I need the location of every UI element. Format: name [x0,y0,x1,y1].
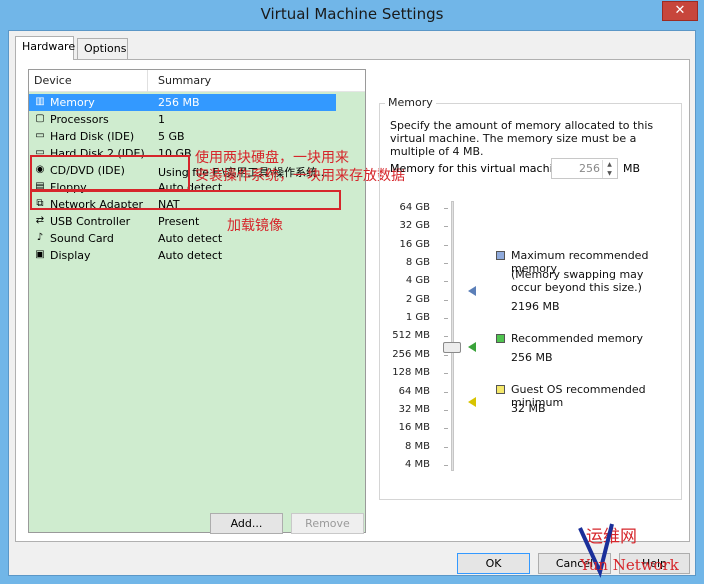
memory-group: Memory Specify the amount of memory allo… [379,96,682,500]
memory-scale-label: 2 GB [405,293,430,305]
memory-scale-label: 16 GB [399,238,430,250]
tab-options[interactable]: Options [77,38,128,60]
memory-scale-tick [444,354,448,356]
device-row-processors[interactable]: ▢ Processors 1 [29,111,336,128]
watermark-line2: Yun Network [579,556,680,574]
memory-scale-tick [444,208,448,209]
recommended-title: Recommended memory [511,332,644,345]
memory-unit: MB [623,162,641,175]
device-summary: Present [158,215,200,228]
memory-scale-label: 128 MB [392,367,430,379]
device-name: Sound Card [50,232,114,245]
max-recommended-marker-icon [468,286,476,296]
annotation-cd-note: 加载镜像 [227,218,283,234]
memory-slider-track[interactable] [451,201,454,471]
processor-icon: ▢ [35,113,45,124]
memory-slider-thumb[interactable] [443,342,461,353]
memory-scale-tick [444,299,448,301]
annotation-disks-line1: 使用两块硬盘，一块用来 [195,150,349,166]
memory-scale-tick [444,409,448,411]
device-row-display[interactable]: ▣ Display Auto detect [29,247,336,264]
hard-disk-icon: ▭ [35,130,45,141]
spin-down-arrow-icon[interactable]: ▼ [602,169,616,178]
column-summary-header[interactable]: Summary [158,74,211,87]
device-summary: 5 GB [158,130,185,143]
yun-network-watermark-logo: 运维网 Yun Network [578,523,680,579]
memory-scale-tick [444,318,448,320]
usb-icon: ⇄ [35,215,45,226]
device-list-header: Device Summary [29,70,365,92]
column-separator[interactable] [147,70,148,92]
memory-scale-tick [444,336,448,338]
max-recommended-value: 2196 MB [511,300,560,313]
memory-scale-tick [444,464,448,466]
annotation-disks-line2: 安装操作系统，一块用来存放数据 [195,168,405,184]
vm-settings-window: Virtual Machine Settings ✕ Hardware Opti… [0,0,704,584]
memory-scale-label: 4 GB [405,275,430,287]
memory-scale-tick [444,281,448,283]
max-recommended-note: (Memory swapping may occur beyond this s… [511,268,644,294]
memory-icon: ▥ [35,96,45,107]
device-name: Processors [50,113,109,126]
sound-icon: ♪ [36,232,44,243]
device-name: USB Controller [50,215,131,228]
device-row-sound-card[interactable]: ♪ Sound Card Auto detect [29,230,336,247]
tab-hardware[interactable]: Hardware [15,36,75,60]
device-list[interactable]: Device Summary ▥ Memory 256 MB ▢ Processors 1… [28,69,366,533]
memory-scale-label: 16 MB [398,422,430,434]
device-row-hard-disk-ide[interactable]: ▭ Hard Disk (IDE) 5 GB [29,128,336,145]
recommended-marker-icon [468,342,476,352]
memory-scale-tick [444,373,448,375]
memory-size-value[interactable]: 256 [579,162,600,175]
title-bar[interactable]: Virtual Machine Settings ✕ [0,0,704,30]
add-button[interactable]: Add... [210,513,283,534]
recommended-value: 256 MB [511,351,553,364]
memory-scale-label: 64 MB [398,385,430,397]
memory-scale-label: 8 GB [405,257,430,269]
memory-scale-tick [444,263,448,265]
guest-min-marker-icon [468,397,476,407]
device-row-memory[interactable]: ▥ Memory 256 MB [29,94,336,111]
display-icon: ▣ [35,249,45,260]
recommended-swatch-icon [496,334,505,343]
device-name: Hard Disk (IDE) [50,130,135,143]
hardware-tab-panel: Device Summary ▥ Memory 256 MB ▢ Processors 1… [15,59,690,542]
spin-up-arrow-icon[interactable]: ▲ [602,160,616,169]
memory-scale-label: 32 GB [399,220,430,232]
max-recommended-swatch-icon [496,251,505,260]
device-name: Display [50,249,91,262]
memory-scale-label: 256 MB [392,348,430,360]
memory-scale-tick [444,446,448,448]
memory-size-stepper[interactable]: 256 ▲ ▼ [551,158,618,179]
column-device-header[interactable]: Device [34,74,72,87]
hard-disks-highlight-box [30,155,190,191]
memory-group-title: Memory [385,96,436,109]
device-summary: 256 MB [158,96,200,109]
window-title: Virtual Machine Settings [260,5,444,23]
cd-dvd-highlight-box [30,190,341,210]
memory-scale-label: 4 MB [404,458,430,470]
memory-description: Specify the amount of memory allocated t… [390,119,654,158]
memory-scale-label: 512 MB [392,330,430,342]
memory-scale-label: 1 GB [405,312,430,324]
ok-button[interactable]: OK [457,553,530,574]
memory-scale-tick [444,226,448,228]
memory-scale-tick [444,428,448,430]
dialog-client-area: Hardware Options Device Summary ▥ Memory 2… [8,30,696,576]
device-row-usb-controller[interactable]: ⇄ USB Controller Present [29,213,336,230]
remove-button[interactable]: Remove [291,513,364,534]
guest-min-value: 32 MB [511,402,546,415]
device-summary: 1 [158,113,165,126]
memory-field-label: Memory for this virtual machine: [390,162,571,175]
guest-min-swatch-icon [496,385,505,394]
close-button[interactable]: ✕ [662,1,698,21]
memory-scale-label: 8 MB [404,440,430,452]
memory-scale-tick [444,244,448,246]
memory-scale-label: 32 MB [398,403,430,415]
device-name: Memory [50,96,95,109]
device-summary: Auto detect [158,232,223,245]
memory-scale-label: 64 GB [399,202,430,213]
device-summary: Auto detect [158,249,223,262]
memory-scale-tick [444,391,448,393]
